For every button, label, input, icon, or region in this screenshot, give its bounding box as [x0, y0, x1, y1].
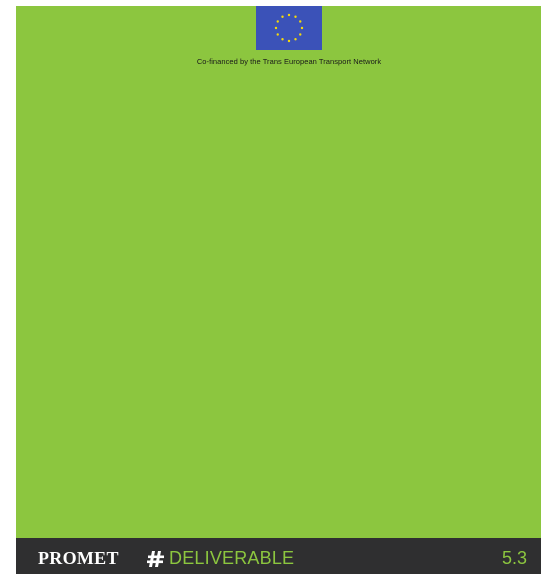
brand-name: PROMET [38, 548, 119, 568]
eu-flag-stars [274, 13, 304, 43]
hash-icon [146, 550, 166, 568]
eu-star [299, 33, 302, 36]
deliverable-label: DELIVERABLE [169, 548, 295, 568]
eu-flag-icon [256, 6, 322, 50]
deliverable-number: 5.3 [501, 548, 527, 568]
eu-star [299, 20, 302, 23]
eu-star [281, 38, 284, 41]
footer-bar: PROMET DELIVERABLE 5.3 [16, 538, 541, 574]
eu-star [287, 39, 291, 43]
eu-star [276, 33, 279, 36]
eu-star [294, 38, 297, 41]
eu-star [300, 26, 304, 30]
eu-star [276, 20, 279, 23]
cofinanced-text: Co-financed by the Trans European Transp… [196, 57, 382, 66]
eu-star [294, 15, 297, 18]
eu-star [287, 13, 291, 17]
eu-star [281, 15, 284, 18]
eu-star [274, 26, 278, 30]
cover-page: Co-financed by the Trans European Transp… [16, 6, 541, 574]
